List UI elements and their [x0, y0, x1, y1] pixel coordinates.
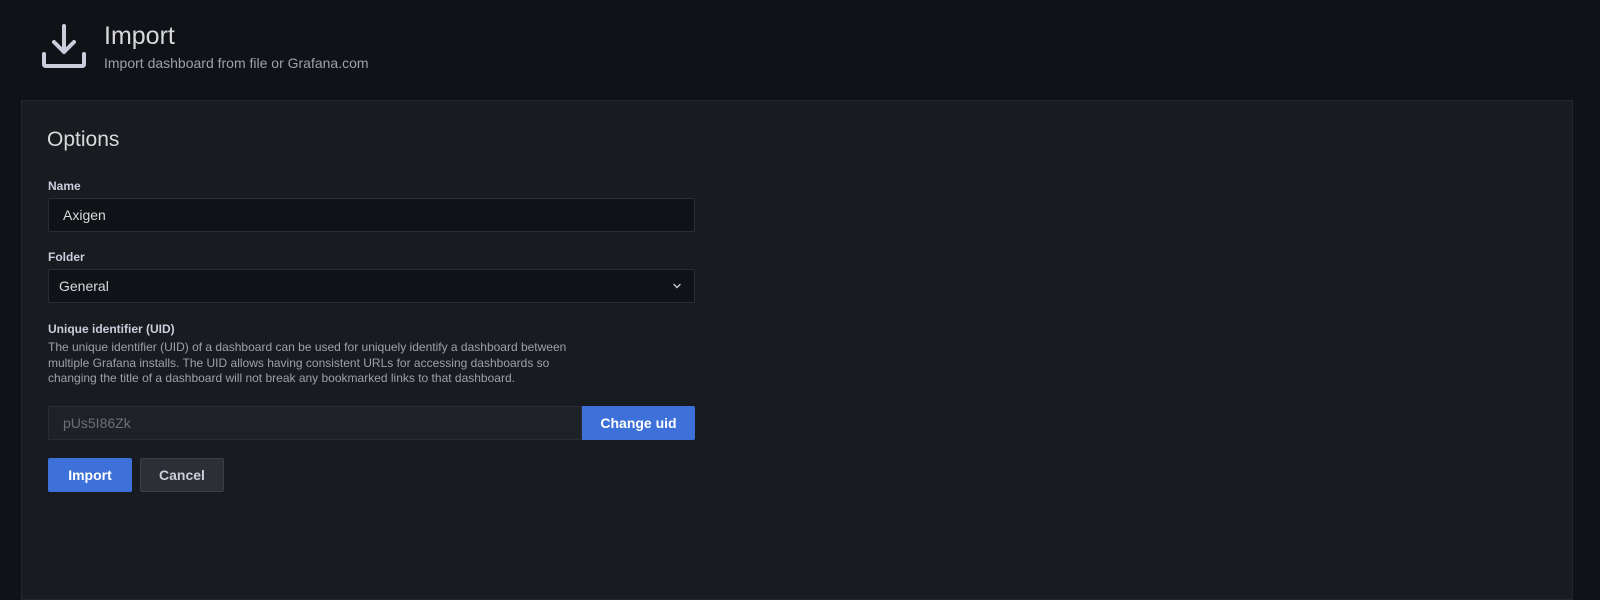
import-button[interactable]: Import	[48, 458, 132, 492]
folder-label: Folder	[48, 250, 85, 264]
name-input-value: Axigen	[63, 207, 106, 223]
page-header: Import Import dashboard from file or Gra…	[40, 20, 369, 71]
folder-select[interactable]: General	[48, 269, 695, 303]
name-label: Name	[48, 179, 81, 193]
chevron-down-icon	[673, 283, 681, 289]
uid-label: Unique identifier (UID)	[48, 322, 175, 336]
name-input[interactable]: Axigen	[48, 198, 695, 232]
uid-input-value: pUs5I86Zk	[63, 415, 131, 431]
change-uid-button[interactable]: Change uid	[582, 406, 695, 440]
download-icon	[42, 24, 86, 68]
section-title: Options	[47, 128, 120, 151]
uid-description: The unique identifier (UID) of a dashboa…	[48, 340, 567, 385]
folder-select-value: General	[59, 278, 109, 294]
cancel-button[interactable]: Cancel	[140, 458, 224, 492]
uid-input: pUs5I86Zk	[48, 406, 582, 440]
page-subtitle: Import dashboard from file or Grafana.co…	[104, 55, 369, 71]
page-title: Import	[104, 22, 175, 50]
